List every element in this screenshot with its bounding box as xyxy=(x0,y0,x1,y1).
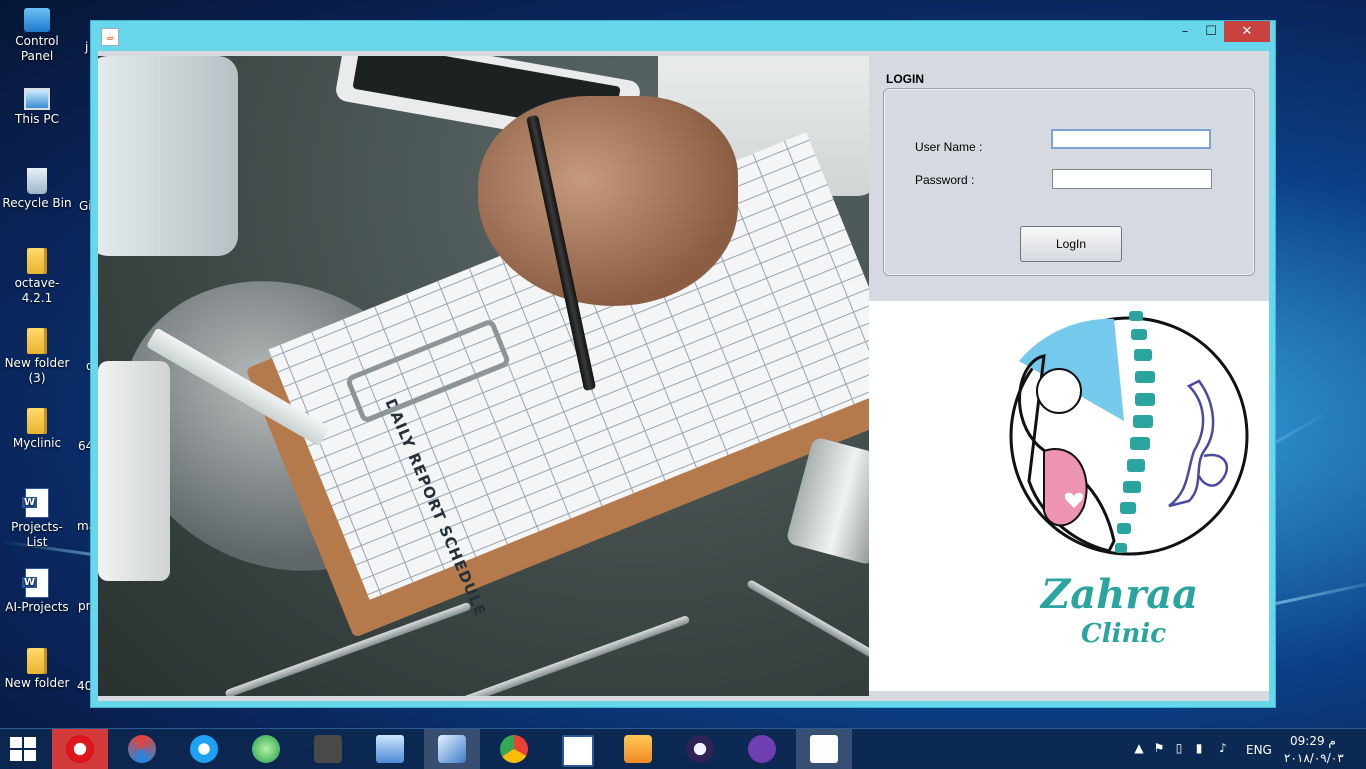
recycle-bin-icon xyxy=(27,168,47,194)
desktop-icon-label: octave-4.2.1 xyxy=(14,276,60,305)
eclipse-icon xyxy=(686,735,714,763)
desktop-icon-new-folder[interactable]: New folder xyxy=(2,648,72,691)
taskbar-sublime[interactable] xyxy=(300,729,356,769)
taskbar-github[interactable] xyxy=(734,729,790,769)
language-indicator[interactable]: ENG xyxy=(1246,743,1272,757)
internet-explorer-icon xyxy=(190,735,218,763)
clinic-photo: DAILY REPORT SCHEDULE xyxy=(98,56,869,696)
window-titlebar[interactable]: ☕ – ☐ ✕ xyxy=(91,21,1275,51)
opera-icon xyxy=(66,735,94,763)
taskbar-browser[interactable] xyxy=(114,729,170,769)
start-button[interactable] xyxy=(10,737,36,761)
desktop-icon-new-folder-3[interactable]: New folder (3) xyxy=(2,328,72,386)
network-icon[interactable]: ▮ xyxy=(1192,741,1206,755)
folder-icon xyxy=(27,248,47,274)
taskbar-eclipse[interactable] xyxy=(672,729,728,769)
login-group-box: User Name : Password : LogIn xyxy=(883,88,1255,276)
desktop-icon-label: AI-Projects xyxy=(5,600,69,614)
app-icon xyxy=(252,735,280,763)
remote-desktop-icon xyxy=(376,735,404,763)
taskbar-internet-explorer[interactable] xyxy=(176,729,232,769)
maximize-button[interactable]: ☐ xyxy=(1197,21,1225,42)
login-title: LOGIN xyxy=(886,72,924,86)
desktop-icon-partial-label[interactable]: j xyxy=(85,40,88,54)
photo-bottle xyxy=(98,56,238,256)
desktop-icon-ai-projects[interactable]: AI-Projects xyxy=(2,568,72,615)
flag-icon[interactable]: ⚑ xyxy=(1152,741,1166,755)
taskbar-app[interactable] xyxy=(238,729,294,769)
clock-time[interactable]: م 09:29 xyxy=(1290,734,1336,748)
photo-tool xyxy=(746,579,869,661)
taskbar: ▲ ⚑ ▯ ▮ ♪ ENG م 09:29 ٢٠١٨/٠٩/٠٣ xyxy=(0,728,1366,769)
system-tray: ▲ ⚑ ▯ ▮ ♪ ENG م 09:29 ٢٠١٨/٠٩/٠٣ xyxy=(1126,729,1366,769)
control-panel-icon xyxy=(24,8,50,32)
logo-text-clinic: Clinic xyxy=(1081,619,1167,649)
windows-logo-icon xyxy=(24,737,36,748)
browser-icon xyxy=(128,735,156,763)
github-icon xyxy=(748,735,776,763)
username-input[interactable] xyxy=(1051,129,1211,149)
java-icon xyxy=(810,735,838,763)
desktop-icon-this-pc[interactable]: This PC xyxy=(2,88,72,127)
taskbar-remote-desktop[interactable] xyxy=(362,729,418,769)
clock-date[interactable]: ٢٠١٨/٠٩/٠٣ xyxy=(1284,751,1344,765)
folder-icon xyxy=(27,408,47,434)
word-document-icon xyxy=(22,568,49,598)
virtualbox-icon xyxy=(438,735,466,763)
photo-tool xyxy=(405,614,691,696)
device-icon[interactable]: ▯ xyxy=(1172,741,1186,755)
computer-icon xyxy=(24,88,50,110)
login-panel: LOGIN User Name : Password : LogIn xyxy=(869,56,1269,301)
desktop-icon-label: Myclinic xyxy=(12,436,62,450)
desktop-icon-label: New folder (3) xyxy=(4,356,70,385)
desktop-icon-label: Control Panel xyxy=(15,34,59,63)
taskbar-document[interactable] xyxy=(548,729,604,769)
taskbar-vlc-like[interactable] xyxy=(610,729,666,769)
volume-icon[interactable]: ♪ xyxy=(1216,741,1230,755)
desktop-icon-myclinic[interactable]: Myclinic xyxy=(2,408,72,451)
clinic-logo-panel: Zahraa Clinic xyxy=(869,301,1269,691)
sublime-icon xyxy=(314,735,342,763)
windows-logo-icon xyxy=(10,750,22,761)
taskbar-java-app[interactable] xyxy=(796,729,852,769)
desktop-icon-label: Recycle Bin xyxy=(2,196,72,210)
desktop-icon-projects-list[interactable]: Projects-List xyxy=(2,488,72,550)
clinic-logo xyxy=(1009,311,1249,556)
java-icon: ☕ xyxy=(101,28,119,46)
logo-text-zahraa: Zahraa xyxy=(1041,571,1199,618)
username-label: User Name : xyxy=(915,140,983,154)
password-input[interactable] xyxy=(1052,169,1212,189)
close-button[interactable]: ✕ xyxy=(1224,21,1270,42)
login-button[interactable]: LogIn xyxy=(1020,226,1122,262)
photo-jar xyxy=(98,361,170,581)
document-icon xyxy=(562,735,594,767)
folder-icon xyxy=(27,328,47,354)
login-window: ☕ – ☐ ✕ DAILY REPORT SCHEDULE LOGIN User… xyxy=(90,20,1276,708)
word-document-icon xyxy=(22,488,49,518)
desktop-icon-partial-label[interactable]: pr xyxy=(78,599,91,613)
desktop-icon-label: This PC xyxy=(15,112,59,126)
windows-logo-icon xyxy=(10,737,22,748)
desktop-icon-octave[interactable]: octave-4.2.1 xyxy=(2,248,72,306)
desktop-icon-label: New folder xyxy=(4,676,70,690)
desktop-icon-control-panel[interactable]: Control Panel xyxy=(2,8,72,64)
window-content: DAILY REPORT SCHEDULE LOGIN User Name : … xyxy=(98,51,1269,701)
chrome-like-icon xyxy=(500,735,528,763)
minimize-button[interactable]: – xyxy=(1171,21,1199,42)
desktop-icon-label: Projects-List xyxy=(11,520,63,549)
taskbar-chrome-like[interactable] xyxy=(486,729,542,769)
taskbar-opera[interactable] xyxy=(52,729,108,769)
folder-icon xyxy=(27,648,47,674)
password-label: Password : xyxy=(915,173,975,187)
windows-logo-icon xyxy=(24,750,36,761)
show-hidden-icons[interactable]: ▲ xyxy=(1132,741,1146,755)
vlc-like-icon xyxy=(624,735,652,763)
taskbar-virtualbox[interactable] xyxy=(424,729,480,769)
desktop-icon-recycle-bin[interactable]: Recycle Bin xyxy=(2,168,72,211)
